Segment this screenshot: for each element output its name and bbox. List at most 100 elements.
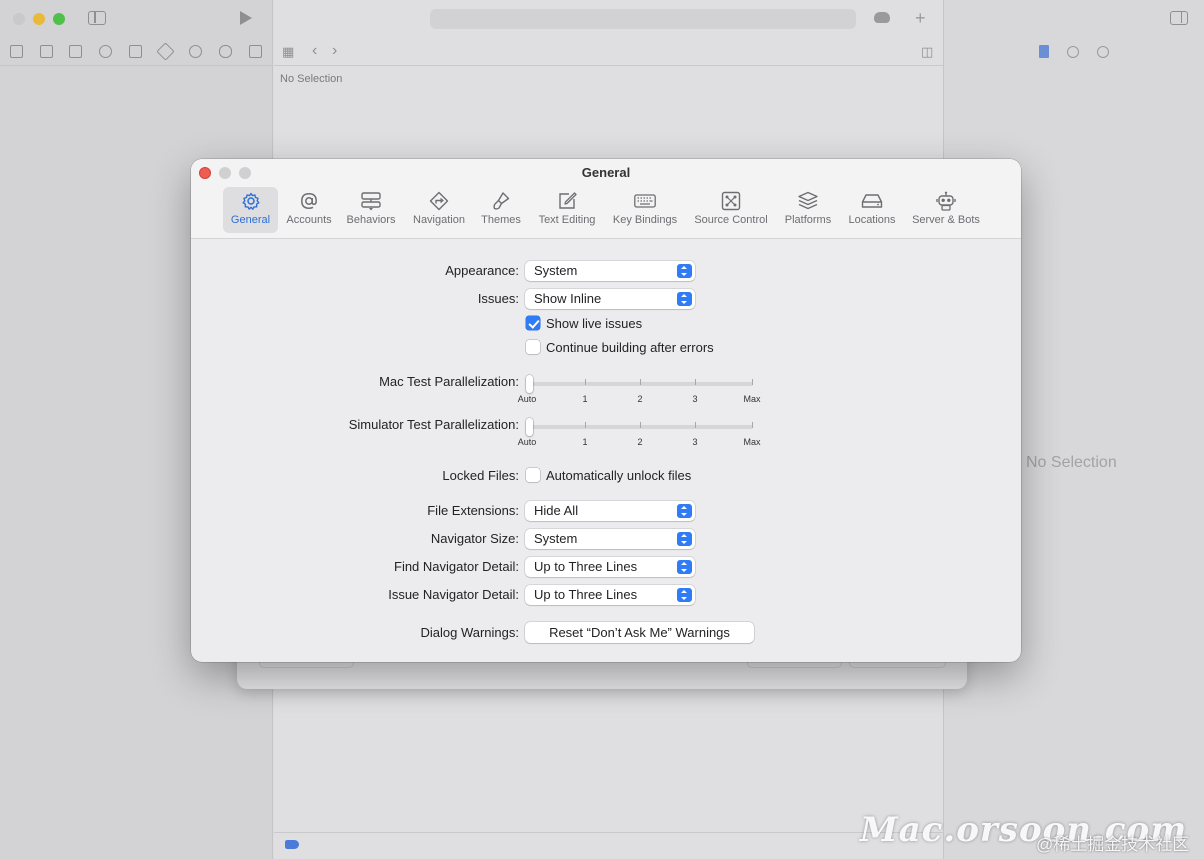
continue-building-label: Continue building after errors <box>546 340 714 355</box>
auto-unlock-label: Automatically unlock files <box>546 468 692 483</box>
issue-navigator-detail-popup[interactable]: Up to Three Lines <box>525 585 695 605</box>
issues-label: Issues: <box>477 291 519 306</box>
debug-bar <box>274 832 943 859</box>
slider-knob[interactable] <box>526 418 533 436</box>
help-inspector-icon[interactable] <box>1097 46 1109 58</box>
tab-accounts-label: Accounts <box>286 214 332 226</box>
filter-badge-icon[interactable] <box>285 840 299 849</box>
preferences-toolbar: General General Accounts Behaviors Navig… <box>191 159 1021 239</box>
appearance-label: Appearance: <box>445 263 519 278</box>
report-navigator-icon[interactable] <box>249 45 262 58</box>
tab-locations-label: Locations <box>848 214 896 226</box>
chevron-updown-icon <box>677 560 692 574</box>
close-window-button[interactable] <box>13 13 25 25</box>
tab-key-bindings-label: Key Bindings <box>612 214 678 226</box>
find-navigator-detail-label: Find Navigator Detail: <box>394 559 519 574</box>
tick-label: Max <box>743 437 761 447</box>
tab-platforms[interactable]: Platforms <box>780 187 836 233</box>
tick-label: Auto <box>517 394 537 404</box>
mac-parallelization-slider[interactable]: Auto 1 2 3 Max <box>518 375 761 410</box>
slider-tick <box>585 379 586 385</box>
activity-viewer <box>430 9 856 29</box>
inspector-toggle-icon[interactable] <box>1170 11 1188 25</box>
issues-popup[interactable]: Show Inline <box>525 289 695 309</box>
tab-server-bots[interactable]: Server & Bots <box>907 187 985 233</box>
file-extensions-popup[interactable]: Hide All <box>525 501 695 521</box>
tab-general[interactable]: General <box>223 187 278 233</box>
issue-navigator-icon[interactable] <box>129 45 142 58</box>
split-editor-icon[interactable]: ◫ <box>921 45 933 59</box>
issue-navigator-detail-label: Issue Navigator Detail: <box>388 587 519 602</box>
tick-label: 1 <box>582 394 588 404</box>
navigator-toolbar <box>0 40 273 66</box>
brush-icon <box>490 191 512 211</box>
watermark-community: @稀土掘金技术社区 <box>1036 835 1190 854</box>
show-live-issues-checkbox[interactable] <box>526 316 540 330</box>
breakpoint-navigator-icon[interactable] <box>219 45 232 58</box>
find-navigator-icon[interactable] <box>99 45 112 58</box>
slider-knob[interactable] <box>526 375 533 393</box>
tab-accounts[interactable]: Accounts <box>282 187 336 233</box>
simulator-parallelization-label: Simulator Test Parallelization: <box>348 417 519 432</box>
issues-value: Show Inline <box>534 291 602 306</box>
slider-track <box>529 425 753 429</box>
file-extensions-label: File Extensions: <box>427 503 519 518</box>
source-control-navigator-icon[interactable] <box>40 45 53 58</box>
appearance-popup[interactable]: System <box>525 261 695 281</box>
inspector-no-selection: No Selection <box>1026 454 1117 471</box>
add-icon[interactable]: + <box>915 8 926 29</box>
layers-icon <box>797 191 819 211</box>
at-sign-icon <box>298 191 320 211</box>
symbol-navigator-icon[interactable] <box>69 45 82 58</box>
editor-toolbar: ▦ ‹ › ◫ <box>274 40 943 66</box>
tab-behaviors-label: Behaviors <box>346 214 396 226</box>
tab-behaviors[interactable]: Behaviors <box>342 187 400 233</box>
appearance-value: System <box>534 263 578 278</box>
zoom-window-button[interactable] <box>53 13 65 25</box>
reset-warnings-button[interactable]: Reset “Don’t Ask Me” Warnings <box>525 622 754 643</box>
tick-label: Auto <box>517 437 537 447</box>
chevron-updown-icon <box>677 504 692 518</box>
test-navigator-icon[interactable] <box>156 42 175 61</box>
file-inspector-icon[interactable] <box>1039 45 1049 58</box>
chevron-left-icon[interactable]: ‹ <box>312 43 317 59</box>
project-navigator-icon[interactable] <box>10 45 23 58</box>
robot-icon <box>935 191 957 211</box>
debug-navigator-icon[interactable] <box>189 45 202 58</box>
tab-locations[interactable]: Locations <box>843 187 901 233</box>
pencil-square-icon <box>556 191 578 211</box>
tick-label: 3 <box>692 437 698 447</box>
navigator-size-popup[interactable]: System <box>525 529 695 549</box>
run-icon[interactable] <box>240 11 252 25</box>
tab-general-label: General <box>230 214 271 226</box>
tick-label: 3 <box>692 394 698 404</box>
find-navigator-detail-value: Up to Three Lines <box>534 559 638 574</box>
preferences-window: General General Accounts Behaviors Navig… <box>191 159 1021 662</box>
slider-tick <box>752 422 753 428</box>
tab-themes[interactable]: Themes <box>477 187 525 233</box>
tab-key-bindings[interactable]: Key Bindings <box>608 187 682 233</box>
preferences-title: General <box>581 165 631 180</box>
simulator-parallelization-slider[interactable]: Auto 1 2 3 Max <box>518 418 761 453</box>
cloud-icon[interactable] <box>874 12 890 23</box>
keyboard-icon <box>634 191 656 211</box>
navigator-size-label: Navigator Size: <box>430 531 519 546</box>
grid-icon[interactable]: ▦ <box>282 45 294 59</box>
editor-no-selection: No Selection <box>280 73 343 85</box>
history-inspector-icon[interactable] <box>1067 46 1079 58</box>
find-navigator-detail-popup[interactable]: Up to Three Lines <box>525 557 695 577</box>
xcode-titlebar: + <box>0 0 1204 38</box>
tab-navigation[interactable]: Navigation <box>408 187 470 233</box>
tab-text-editing-label: Text Editing <box>538 214 596 226</box>
chevron-right-icon[interactable]: › <box>332 43 337 59</box>
chevron-updown-icon <box>677 532 692 546</box>
auto-unlock-checkbox[interactable] <box>526 468 540 482</box>
slider-track <box>529 382 753 386</box>
continue-building-checkbox[interactable] <box>526 340 540 354</box>
tab-text-editing[interactable]: Text Editing <box>533 187 601 233</box>
show-live-issues-label: Show live issues <box>546 316 643 331</box>
sidebar-toggle-icon[interactable] <box>88 11 106 25</box>
tab-source-control[interactable]: Source Control <box>689 187 773 233</box>
minimize-window-button[interactable] <box>33 13 45 25</box>
slider-tick <box>752 379 753 385</box>
